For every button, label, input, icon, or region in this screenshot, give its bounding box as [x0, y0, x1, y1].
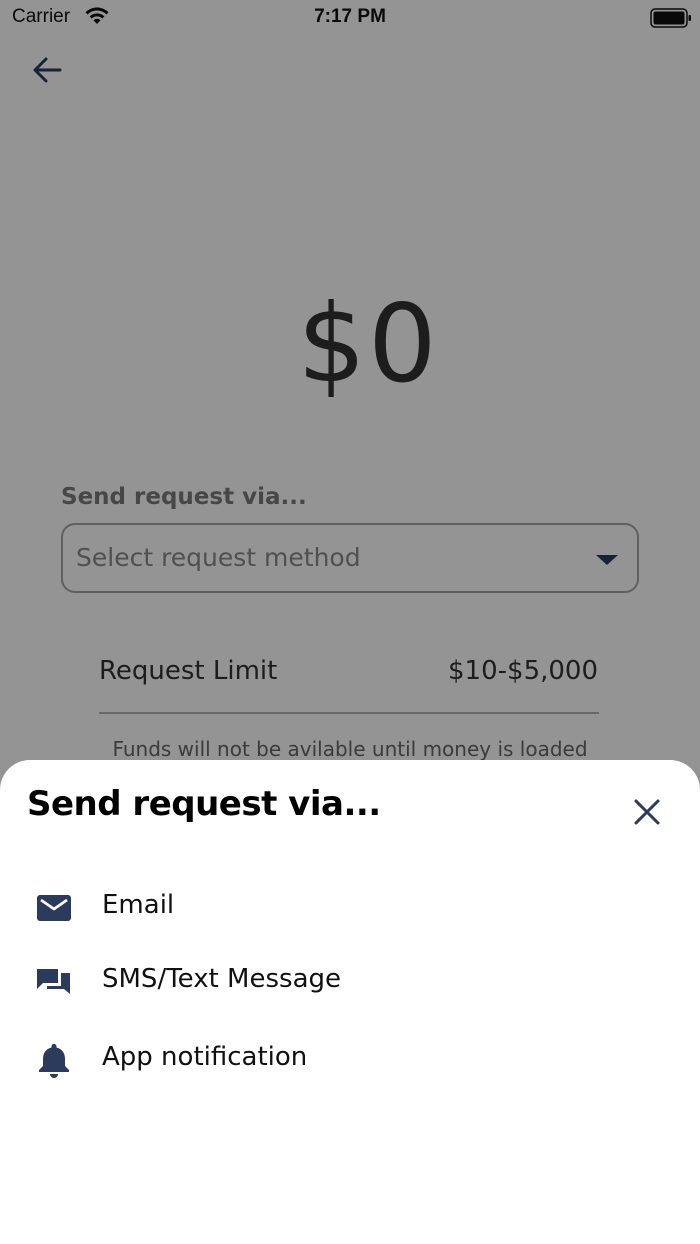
bell-icon [34, 1040, 74, 1080]
sheet-title: Send request via... [27, 784, 381, 824]
option-app-notification[interactable]: App notification [0, 1026, 700, 1090]
option-label: Email [102, 890, 175, 920]
request-money-screen: Carrier 7:17 PM $0 Send request via... S… [0, 0, 700, 1244]
send-request-sheet: Send request via... Email SMS/Text Messa… [0, 760, 700, 1244]
option-email[interactable]: Email [0, 874, 700, 938]
close-icon [634, 799, 660, 825]
chat-icon [34, 962, 74, 1002]
option-label: App notification [102, 1042, 308, 1072]
close-button[interactable] [628, 793, 666, 831]
email-icon [34, 888, 74, 928]
option-label: SMS/Text Message [102, 964, 342, 994]
option-sms[interactable]: SMS/Text Message [0, 948, 700, 1012]
